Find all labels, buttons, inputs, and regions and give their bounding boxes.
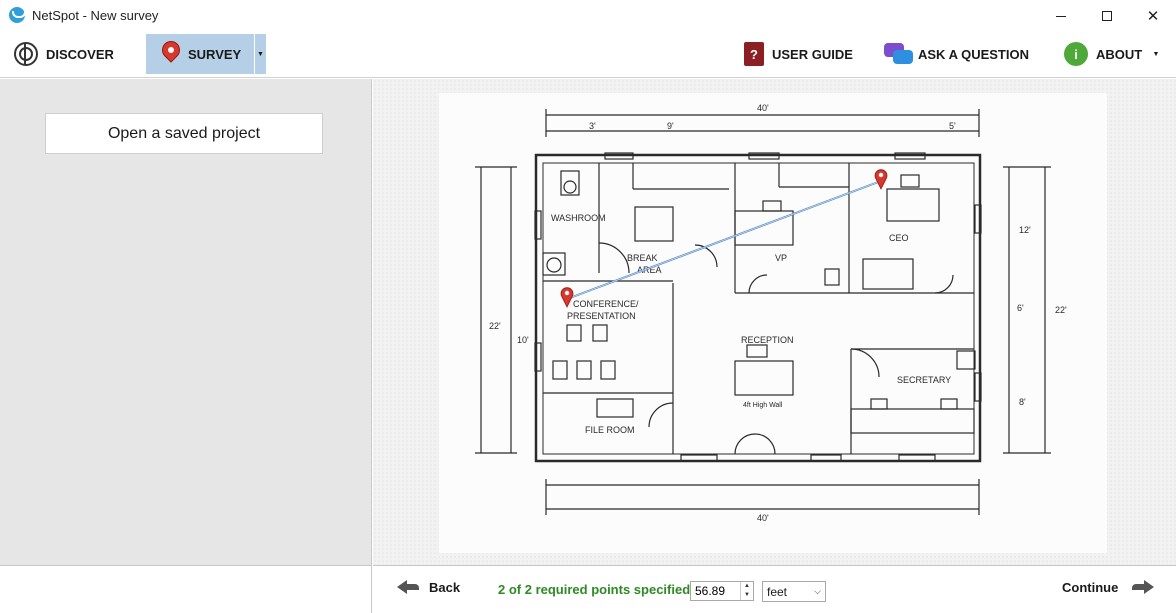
main-toolbar: DISCOVER SURVEY ▼ ? USER GUIDE ASK A QUE… [0, 32, 1176, 78]
maximize-button[interactable] [1084, 0, 1130, 32]
minimize-button[interactable] [1038, 0, 1084, 32]
about-button[interactable]: i ABOUT [1064, 34, 1142, 74]
left-panel: Open a saved project [0, 79, 372, 565]
room-label-presentation: PRESENTATION [567, 311, 636, 321]
room-label-washroom: WASHROOM [551, 213, 606, 223]
user-guide-button[interactable]: ? USER GUIDE [744, 34, 853, 74]
survey-dropdown-button[interactable]: ▼ [255, 34, 266, 74]
dimension-right-a: 12' [1019, 225, 1031, 235]
dimension-top-b: 3' [589, 121, 596, 131]
dimension-left-a: 10' [517, 335, 529, 345]
dimension-top-c: 5' [949, 121, 956, 131]
discover-label: DISCOVER [46, 46, 114, 62]
dimension-top-total: 40' [757, 103, 769, 113]
dimension-bottom-total: 40' [757, 513, 769, 523]
unit-select-value: feet [767, 584, 788, 599]
info-icon: i [1064, 42, 1088, 66]
floor-plan-canvas[interactable]: WASHROOM BREAK AREA VP CEO CONFERENCE/ P… [373, 79, 1176, 565]
dimension-right-c: 8' [1019, 397, 1026, 407]
stepper-up-icon[interactable]: ▲ [740, 582, 753, 591]
arrow-left-icon [397, 579, 419, 595]
title-bar: NetSpot - New survey ✕ [0, 0, 1176, 32]
scale-point-pin-2[interactable] [874, 169, 888, 190]
netspot-logo-icon [9, 7, 26, 23]
back-label: Back [429, 579, 461, 595]
scale-point-pin-1[interactable] [560, 287, 574, 308]
unit-select[interactable]: feet ⌵ [762, 581, 826, 602]
dimension-right-b: 6' [1017, 303, 1024, 313]
ask-question-button[interactable]: ASK A QUESTION [884, 34, 1029, 74]
floor-plan-image: WASHROOM BREAK AREA VP CEO CONFERENCE/ P… [439, 93, 1107, 553]
room-label-conference: CONFERENCE/ [573, 299, 639, 309]
points-status-text: 2 of 2 required points specified [498, 582, 691, 597]
user-guide-icon: ? [744, 42, 764, 66]
room-label-break: BREAK [627, 253, 658, 263]
bottom-bar: Back 2 of 2 required points specified ▲ … [373, 565, 1176, 613]
scale-stepper[interactable]: ▲ ▼ [740, 582, 753, 600]
continue-button[interactable]: Continue [1062, 579, 1155, 595]
stepper-down-icon[interactable]: ▼ [740, 591, 753, 600]
room-label-file-room: FILE ROOM [585, 425, 635, 435]
close-icon: ✕ [1146, 8, 1160, 25]
about-label: ABOUT [1096, 46, 1143, 62]
room-label-vp: VP [775, 253, 787, 263]
discover-button[interactable]: DISCOVER [14, 34, 114, 74]
back-button[interactable]: Back [397, 579, 460, 595]
chevron-down-icon: ▼ [257, 50, 264, 58]
survey-button[interactable]: SURVEY [146, 34, 254, 74]
room-label-wall: 4ft High Wall [743, 402, 783, 409]
survey-label: SURVEY [188, 46, 242, 62]
chevron-down-icon: ⌵ [814, 586, 821, 596]
ask-question-label: ASK A QUESTION [918, 46, 1029, 62]
room-label-ceo: CEO [889, 233, 909, 243]
close-button[interactable]: ✕ [1130, 0, 1176, 32]
room-label-area: AREA [637, 265, 662, 275]
floor-plan-drawing: WASHROOM BREAK AREA VP CEO CONFERENCE/ P… [475, 103, 1067, 523]
discover-icon [14, 42, 38, 66]
continue-label: Continue [1062, 579, 1119, 595]
arrow-right-icon [1132, 579, 1155, 595]
room-label-reception: RECEPTION [741, 335, 794, 345]
user-guide-label: USER GUIDE [772, 46, 853, 62]
dimension-top-a: 9' [667, 121, 674, 131]
left-panel-footer [0, 565, 372, 613]
about-dropdown-button[interactable]: ▼ [1150, 34, 1162, 74]
room-label-secretary: SECRETARY [897, 375, 951, 385]
open-saved-project-button[interactable]: Open a saved project [45, 113, 323, 154]
minimize-icon [1056, 15, 1066, 17]
map-pin-icon [162, 42, 180, 66]
chat-bubbles-icon [884, 43, 914, 65]
chevron-down-icon: ▼ [1152, 50, 1160, 58]
maximize-icon [1102, 11, 1112, 21]
dimension-right-total: 22' [1055, 305, 1067, 315]
dimension-left-total: 22' [489, 321, 501, 331]
window-title: NetSpot - New survey [32, 8, 159, 23]
